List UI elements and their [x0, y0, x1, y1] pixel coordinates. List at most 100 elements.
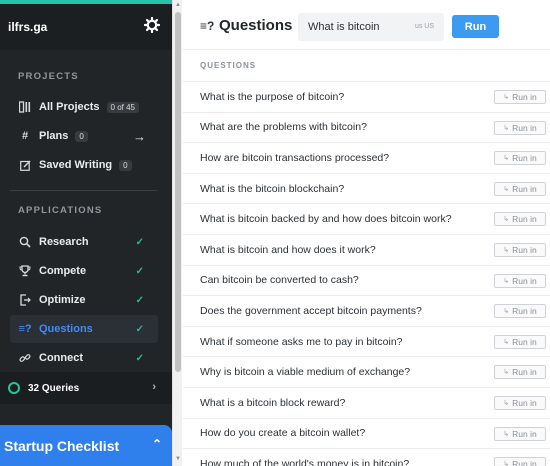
- question-row[interactable]: How do you create a bitcoin wallet? ↳ Run …: [183, 417, 550, 449]
- startup-checklist-button[interactable]: Startup Checklist ⌃: [0, 425, 172, 466]
- run-in-button[interactable]: ↳ Run in: [494, 334, 546, 349]
- check-icon: ✓: [135, 236, 144, 248]
- checklist-label: Startup Checklist: [4, 437, 120, 454]
- scroll-thumb[interactable]: [175, 12, 181, 372]
- sidebar-item-all-projects[interactable]: All Projects 0 of 45: [10, 93, 158, 121]
- run-in-button[interactable]: ↳ Run in: [494, 304, 546, 319]
- run-in-button[interactable]: ↳ Run in: [494, 120, 546, 135]
- search-icon: [19, 236, 31, 248]
- question-row[interactable]: How are bitcoin transactions processed? ↳…: [183, 142, 550, 173]
- run-in-label: Run in: [512, 306, 537, 317]
- question-row[interactable]: What is bitcoin backed by and how does b…: [183, 203, 550, 234]
- sidebar-item-compete[interactable]: Compete ✓: [10, 257, 158, 285]
- sidebar-item-connect[interactable]: Connect ✓: [10, 344, 158, 372]
- run-in-icon: ↳: [503, 246, 510, 254]
- gear-icon[interactable]: [144, 17, 160, 33]
- run-in-button[interactable]: ↳ Run in: [494, 212, 546, 227]
- chevron-right-icon: ›: [152, 381, 156, 393]
- question-row[interactable]: What is bitcoin and how does it work? ↳ Ru…: [183, 233, 550, 265]
- question-row[interactable]: What is the purpose of bitcoin? ↳ Run in: [183, 81, 550, 112]
- question-text[interactable]: What is a bitcoin block reward?: [200, 397, 345, 409]
- sidebar-item-research[interactable]: Research ✓: [10, 228, 158, 256]
- search-value: What is bitcoin: [308, 21, 380, 33]
- check-icon: ✓: [135, 265, 144, 277]
- question-text[interactable]: What is the purpose of bitcoin?: [200, 91, 344, 103]
- run-in-button[interactable]: ↳ Run in: [494, 457, 546, 466]
- queries-label: 32 Queries: [28, 382, 80, 394]
- sidebar-item-label: Optimize: [39, 294, 86, 306]
- run-in-label: Run in: [512, 336, 537, 347]
- brand-name[interactable]: ilfrs.ga: [8, 20, 47, 34]
- run-in-button[interactable]: ↳ Run in: [494, 181, 546, 196]
- run-button[interactable]: Run: [452, 15, 499, 38]
- run-in-button[interactable]: ↳ Run in: [494, 365, 546, 380]
- run-in-button[interactable]: ↳ Run in: [494, 242, 546, 257]
- question-row[interactable]: Does the government accept bitcoin payme…: [183, 295, 550, 326]
- question-text[interactable]: Why is bitcoin a viable medium of exchan…: [200, 366, 410, 378]
- check-icon: ✓: [135, 352, 144, 364]
- queries-icon: [8, 382, 20, 394]
- run-in-icon: ↳: [503, 369, 510, 377]
- scroll-down-icon[interactable]: ▼: [175, 456, 181, 462]
- run-in-button[interactable]: ↳ Run in: [494, 90, 546, 104]
- question-row[interactable]: What are the problems with bitcoin? ↳ Run …: [183, 111, 550, 143]
- run-in-button[interactable]: ↳ Run in: [494, 273, 546, 288]
- question-row[interactable]: Why is bitcoin a viable medium of exchan…: [183, 356, 550, 387]
- question-row[interactable]: How much of the world's money is in bitc…: [183, 448, 550, 466]
- edit-icon: [19, 159, 31, 171]
- question-text[interactable]: What are the problems with bitcoin?: [200, 121, 367, 133]
- run-in-label: Run in: [512, 459, 537, 466]
- run-in-icon: ↳: [503, 155, 510, 163]
- sidebar-item-plans[interactable]: # Plans 0 →: [10, 122, 158, 150]
- sidebar-item-questions[interactable]: ≡? Questions ✓: [10, 315, 158, 343]
- sidebar: ilfrs.ga PROJECTS All Projects 0 of 45 #…: [0, 0, 172, 466]
- question-text[interactable]: What is the bitcoin blockchain?: [200, 183, 344, 195]
- locale-label[interactable]: us US: [415, 23, 434, 30]
- question-text[interactable]: What if someone asks me to pay in bitcoi…: [200, 336, 403, 348]
- trophy-icon: [19, 265, 31, 277]
- question-text[interactable]: How much of the world's money is in bitc…: [200, 458, 409, 466]
- question-row[interactable]: What is a bitcoin block reward? ↳ Run in: [183, 386, 550, 418]
- question-text[interactable]: Can bitcoin be converted to cash?: [200, 274, 359, 286]
- count-badge: 0 of 45: [106, 101, 139, 113]
- hash-icon: #: [21, 130, 29, 142]
- question-text[interactable]: How do you create a bitcoin wallet?: [200, 427, 365, 439]
- question-row[interactable]: Can bitcoin be converted to cash? ↳ Run in: [183, 264, 550, 296]
- page-header: ≡? Questions What is bitcoin us US Run: [183, 0, 550, 50]
- question-text[interactable]: How are bitcoin transactions processed?: [200, 152, 389, 164]
- question-row[interactable]: What if someone asks me to pay in bitcoi…: [183, 325, 550, 357]
- run-in-label: Run in: [512, 367, 537, 378]
- queries-counter[interactable]: 32 Queries ›: [0, 372, 172, 404]
- list-header: QUESTIONS: [200, 61, 257, 70]
- run-in-button[interactable]: ↳ Run in: [494, 426, 546, 441]
- question-text[interactable]: Does the government accept bitcoin payme…: [200, 305, 422, 317]
- count-badge: 0: [119, 159, 132, 171]
- run-in-label: Run in: [512, 214, 537, 225]
- run-in-label: Run in: [512, 428, 537, 439]
- run-in-icon: ↳: [503, 461, 510, 466]
- run-in-label: Run in: [512, 92, 537, 102]
- run-in-label: Run in: [512, 244, 537, 255]
- sidebar-item-label: Research: [39, 236, 89, 248]
- run-in-button[interactable]: ↳ Run in: [494, 395, 546, 410]
- question-text[interactable]: What is bitcoin backed by and how does b…: [200, 213, 452, 225]
- questions-icon: ≡?: [18, 323, 32, 335]
- question-text[interactable]: What is bitcoin and how does it work?: [200, 244, 376, 256]
- sidebar-item-saved-writing[interactable]: Saved Writing 0: [10, 151, 158, 179]
- sidebar-item-label: Connect: [39, 352, 83, 364]
- optimize-icon: [19, 294, 31, 306]
- scroll-up-icon[interactable]: ▲: [175, 2, 181, 8]
- page-title: Questions: [219, 17, 293, 34]
- sidebar-item-optimize[interactable]: Optimize ✓: [10, 286, 158, 314]
- check-icon: ✓: [135, 294, 144, 306]
- run-in-icon: ↳: [503, 185, 510, 193]
- sidebar-item-label: Saved Writing: [39, 159, 113, 171]
- question-row[interactable]: What is the bitcoin blockchain? ↳ Run in: [183, 172, 550, 204]
- search-input[interactable]: What is bitcoin us US: [298, 13, 444, 41]
- run-in-button[interactable]: ↳ Run in: [494, 151, 546, 166]
- run-in-label: Run in: [512, 397, 537, 408]
- sidebar-scrollbar[interactable]: ▲ ▼: [172, 0, 182, 466]
- arrow-right-icon[interactable]: →: [133, 129, 146, 144]
- run-in-label: Run in: [512, 275, 537, 286]
- run-in-icon: ↳: [503, 399, 510, 407]
